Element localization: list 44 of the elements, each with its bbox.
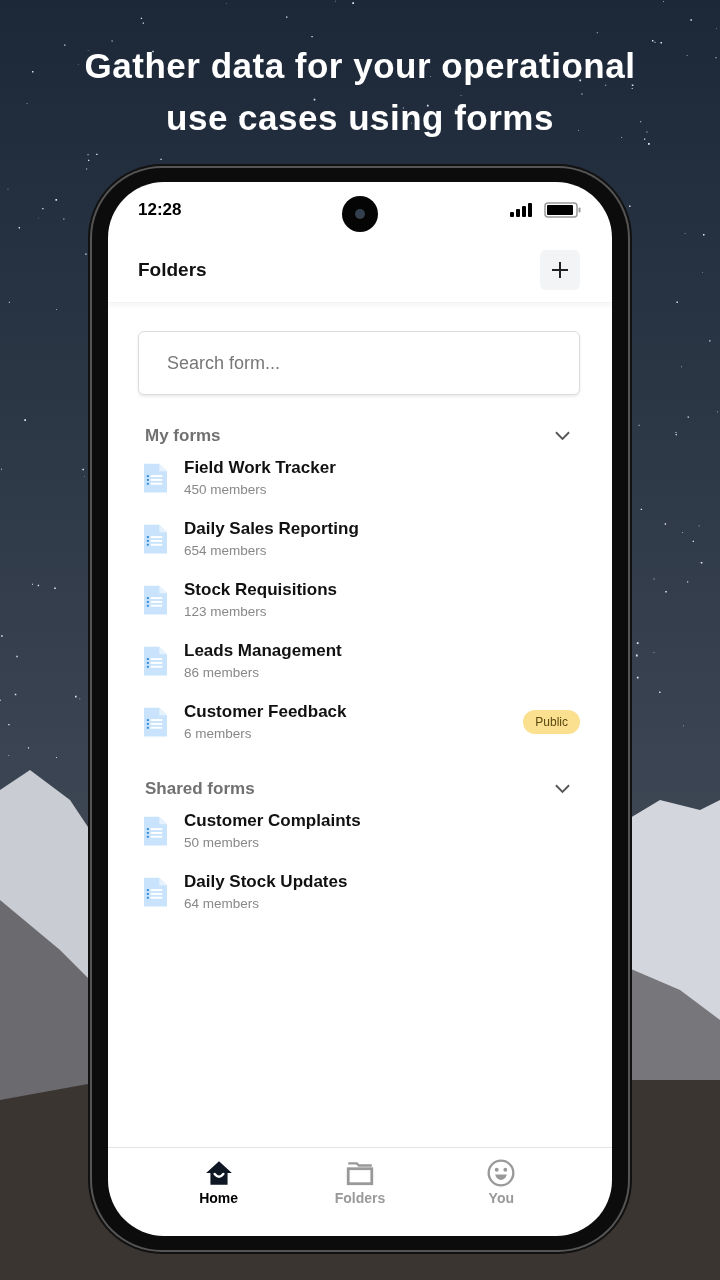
member-count: 654 members [184, 543, 268, 558]
form-item[interactable]: Daily Sales Reporting 654 members [138, 508, 580, 569]
document-icon [144, 876, 167, 907]
member-count: 123 members [184, 604, 268, 619]
form-name: Daily Stock Updates [184, 872, 349, 892]
document-icon [144, 645, 167, 676]
form-name: Customer Complaints [184, 811, 362, 831]
form-item[interactable]: Field Work Tracker 450 members [138, 447, 580, 508]
form-item[interactable]: Customer Complaints 50 members [138, 800, 580, 861]
member-count: 450 members [184, 482, 268, 497]
form-name: Customer Feedback [184, 702, 348, 722]
document-icon [144, 584, 167, 615]
headline: Gather data for your operational use cases using forms [83, 45, 637, 139]
form-name: Leads Management [184, 641, 343, 661]
status-time: 12:28 [138, 200, 182, 220]
section-title: Shared forms [145, 779, 255, 799]
document-icon [144, 523, 167, 554]
member-count: 50 members [184, 835, 261, 850]
screen-title: Folders [138, 259, 207, 281]
form-item[interactable]: Leads Management 86 members [138, 630, 580, 691]
chevron-down-icon[interactable] [555, 784, 570, 794]
form-name: Stock Requisitions [184, 580, 339, 600]
nav-tab[interactable]: Home [168, 1148, 269, 1226]
document-icon [144, 815, 167, 846]
plus-icon [550, 260, 570, 280]
form-name: Daily Sales Reporting [184, 519, 360, 539]
chevron-down-icon[interactable] [555, 431, 570, 441]
smiley-icon [486, 1158, 517, 1188]
add-button[interactable] [540, 250, 580, 290]
member-count: 64 members [184, 896, 261, 911]
form-name: Field Work Tracker [184, 458, 337, 478]
document-icon [144, 462, 167, 493]
camera-icon [342, 196, 378, 232]
section-title: My forms [145, 426, 221, 446]
document-icon [144, 706, 167, 737]
public-tag: Public [523, 709, 580, 734]
form-item[interactable]: Daily Stock Updates 64 members [138, 861, 580, 922]
member-count: 86 members [184, 665, 261, 680]
battery-icon [544, 202, 582, 218]
member-count: 6 members [184, 726, 253, 741]
form-item[interactable]: Stock Requisitions 123 members [138, 569, 580, 630]
search-field[interactable]: Search form... [138, 331, 580, 395]
form-item[interactable]: Customer Feedback 6 members Public [138, 691, 580, 752]
signal-icon [510, 203, 534, 217]
